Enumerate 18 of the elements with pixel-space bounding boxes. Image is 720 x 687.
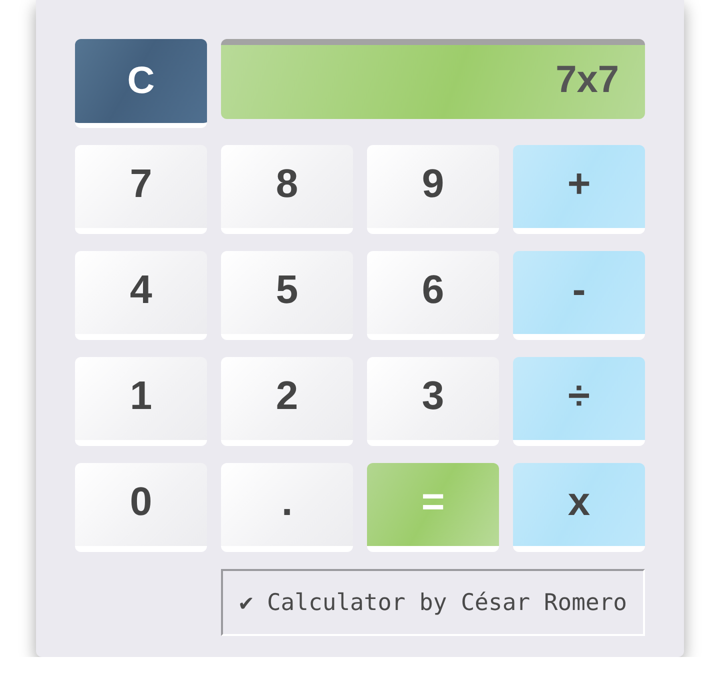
calculator-display: 7x7 [221,39,645,119]
digit-key[interactable]: 6 [367,251,499,340]
digit-key[interactable]: 7 [75,145,207,234]
clear-button[interactable]: C [75,39,207,128]
operator-key[interactable]: ÷ [513,357,645,446]
credit-label: ✔ Calculator by César Romero [221,569,645,636]
digit-key[interactable]: 5 [221,251,353,340]
operator-key[interactable]: x [513,463,645,552]
digit-key[interactable]: 3 [367,357,499,446]
digit-key[interactable]: 2 [221,357,353,446]
digit-key[interactable]: 0 [75,463,207,552]
digit-key[interactable]: 9 [367,145,499,234]
digit-key[interactable]: . [221,463,353,552]
digit-key[interactable]: 4 [75,251,207,340]
digit-key[interactable]: 8 [221,145,353,234]
operator-key[interactable]: + [513,145,645,234]
operator-key[interactable]: - [513,251,645,340]
digit-key[interactable]: 1 [75,357,207,446]
